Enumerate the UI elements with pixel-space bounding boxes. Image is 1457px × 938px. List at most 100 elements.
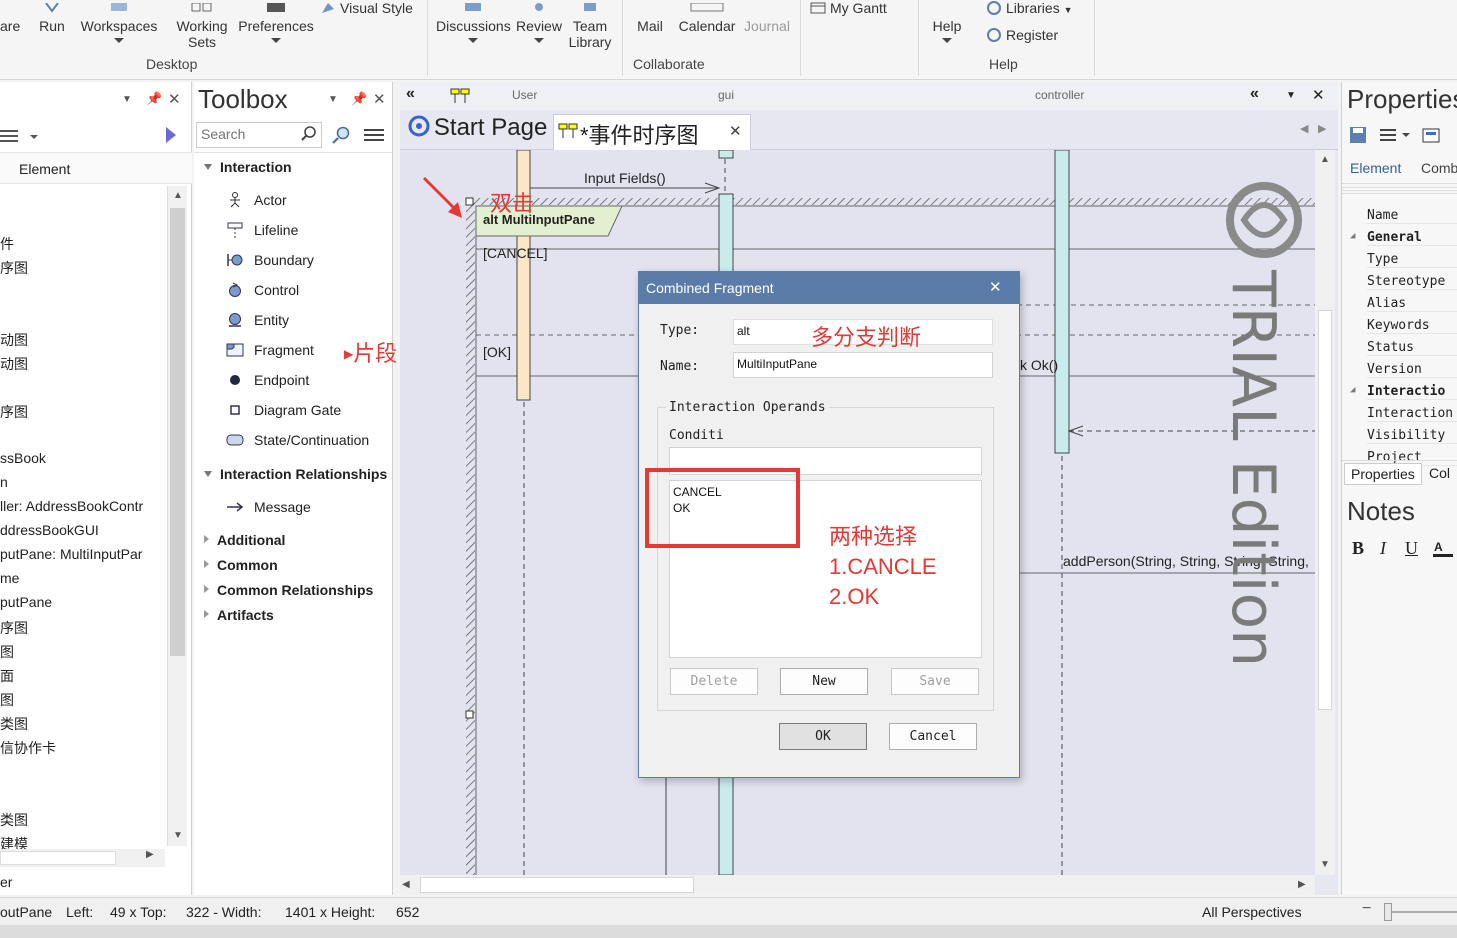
preferences-button[interactable]: Preferences (236, 0, 316, 43)
new-button[interactable]: New (780, 668, 868, 695)
review-button[interactable]: Review (512, 0, 566, 43)
browser-tree-item[interactable]: 类图 (0, 714, 28, 734)
close-icon[interactable]: ✕ (1312, 86, 1325, 104)
collapse-right-icon[interactable]: « (1250, 85, 1259, 103)
text-color-icon[interactable]: A (1433, 538, 1455, 561)
browser-vscrollbar[interactable]: ▲ ▼ (167, 186, 187, 846)
diagram-hscrollbar[interactable]: ◀ ▶ (400, 875, 1315, 895)
property-row[interactable]: Status (1367, 340, 1457, 356)
tab-col[interactable]: Col (1429, 465, 1450, 481)
zoom-slider-thumb[interactable] (1384, 903, 1392, 921)
share-button[interactable]: are (0, 18, 20, 34)
visual-style-button[interactable]: Visual Style (320, 0, 413, 16)
property-row[interactable]: Type (1367, 252, 1457, 268)
browser-tree-item[interactable]: putPane (0, 594, 52, 610)
scroll-up-icon[interactable]: ▲ (1315, 150, 1335, 170)
ok-button[interactable]: OK (779, 723, 867, 750)
my-gantt-button[interactable]: My Gantt (810, 0, 887, 16)
panel-menu-icon[interactable]: ▼ (122, 94, 132, 105)
property-row[interactable]: Name (1367, 208, 1457, 224)
find-icon[interactable] (332, 126, 350, 147)
scroll-down-icon[interactable]: ▼ (168, 830, 188, 846)
browser-tree-item[interactable]: 件 (0, 234, 14, 254)
browser-tree-item[interactable]: 图 (0, 690, 14, 710)
property-row[interactable]: Version (1367, 362, 1457, 378)
working-sets-button[interactable]: Working Sets (170, 0, 234, 50)
toolbox-item-lifeline[interactable]: Lifeline (226, 222, 298, 238)
browser-menu-icon[interactable] (0, 127, 40, 146)
hscroll-thumb[interactable] (420, 877, 694, 893)
toolbox-item-actor[interactable]: Actor (226, 192, 287, 208)
browser-tree-item[interactable]: 序图 (0, 618, 28, 638)
browser-tree-item[interactable]: 动图 (0, 354, 28, 374)
browser-tree-item[interactable]: ssBook (0, 450, 46, 466)
property-row[interactable]: Interaction (1367, 406, 1457, 422)
libraries-button[interactable]: Libraries ▼ (986, 0, 1073, 18)
tab-scroll-left-icon[interactable]: ◀ (1300, 122, 1308, 135)
browser-tree-item[interactable]: 类图 (0, 810, 28, 830)
controller-activation[interactable] (1054, 150, 1070, 454)
close-icon[interactable]: ✕ (989, 278, 1002, 296)
toolbox-item-boundary[interactable]: Boundary (226, 252, 314, 268)
arrow-right-icon[interactable] (164, 126, 178, 147)
browser-tree-item[interactable]: 面 (0, 666, 14, 686)
scroll-thumb[interactable] (1318, 310, 1332, 710)
toolbox-section-interaction-relationships[interactable]: Interaction Relationships (204, 466, 387, 482)
close-icon[interactable]: ✕ (168, 90, 181, 108)
search-icon[interactable] (301, 126, 317, 145)
register-button[interactable]: Register (986, 27, 1058, 43)
browser-tree-item[interactable]: 图 (0, 642, 14, 662)
list-menu-icon[interactable] (1380, 128, 1412, 145)
toolbox-section-interaction[interactable]: Interaction (204, 159, 292, 175)
toolbox-section-common[interactable]: Common (204, 557, 278, 573)
tab-scroll-right-icon[interactable]: ▶ (1318, 122, 1326, 135)
underline-button[interactable]: U (1405, 538, 1418, 559)
browser-tree-item[interactable]: 信协作卡 (0, 738, 56, 758)
discussions-button[interactable]: Discussions (436, 0, 511, 43)
cancel-button[interactable]: Cancel (889, 723, 977, 750)
browser-tree-item[interactable]: 动图 (0, 330, 28, 350)
journal-button[interactable]: Journal (740, 0, 794, 34)
browser-tree-item[interactable]: ddressBookGUI (0, 522, 99, 538)
collapse-left-icon[interactable]: « (406, 85, 415, 103)
tab-start-page[interactable]: Start Page (402, 114, 553, 148)
scroll-down-icon[interactable]: ▼ (1315, 855, 1335, 875)
close-tab-icon[interactable]: ✕ (729, 122, 742, 140)
scroll-right-icon[interactable]: ▶ (146, 849, 154, 860)
toolbox-item-endpoint[interactable]: Endpoint (226, 372, 309, 388)
name-field[interactable]: MultiInputPane (733, 352, 993, 378)
tab-properties[interactable]: Properties (1344, 463, 1422, 485)
scroll-left-icon[interactable]: ◀ (402, 875, 410, 895)
toolbox-section-common-relationships[interactable]: Common Relationships (204, 582, 373, 598)
diagram-vscrollbar[interactable]: ▲ ▼ (1315, 150, 1335, 875)
browser-tab-element[interactable]: Element (19, 161, 70, 177)
pin-icon[interactable]: 📌 (146, 91, 162, 107)
toolbox-item-entity[interactable]: Entity (226, 312, 289, 328)
property-row[interactable]: Keywords (1367, 318, 1457, 334)
toolbox-search-input[interactable] (201, 126, 297, 142)
status-perspectives[interactable]: All Perspectives (1202, 904, 1302, 920)
property-row[interactable]: Stereotype (1367, 274, 1457, 290)
property-row[interactable]: ◢ General (1350, 230, 1457, 246)
panel-menu-icon[interactable]: ▼ (328, 94, 338, 105)
expand-down-icon[interactable]: ◢ (1350, 231, 1355, 241)
zoom-out-icon[interactable]: − (1362, 900, 1371, 918)
hscroll-thumb[interactable] (0, 851, 116, 865)
browser-tree-item[interactable]: me (0, 570, 19, 586)
bold-button[interactable]: B (1352, 538, 1364, 559)
splitter[interactable] (1342, 186, 1457, 194)
scroll-thumb[interactable] (170, 208, 185, 656)
scroll-up-icon[interactable]: ▲ (168, 186, 188, 206)
browser-tree-item[interactable]: putPane: MultiInputPar (0, 546, 142, 562)
browser-tree-item[interactable]: n (0, 474, 8, 490)
toolbox-item-state-continuation[interactable]: State/Continuation (226, 432, 369, 448)
selection-handle[interactable] (465, 710, 474, 719)
save-button[interactable]: Save (891, 668, 979, 695)
selection-handle[interactable] (465, 197, 474, 206)
close-icon[interactable]: ✕ (373, 90, 386, 108)
help-button[interactable]: Help (928, 0, 966, 43)
tab-sequence-diagram[interactable]: *事件时序图 ✕ (553, 114, 751, 150)
properties-options-icon[interactable] (1422, 126, 1442, 147)
toolbox-item-fragment[interactable]: Fragment (226, 342, 314, 358)
browser-tree-item[interactable]: ller: AddressBookContr (0, 498, 143, 514)
